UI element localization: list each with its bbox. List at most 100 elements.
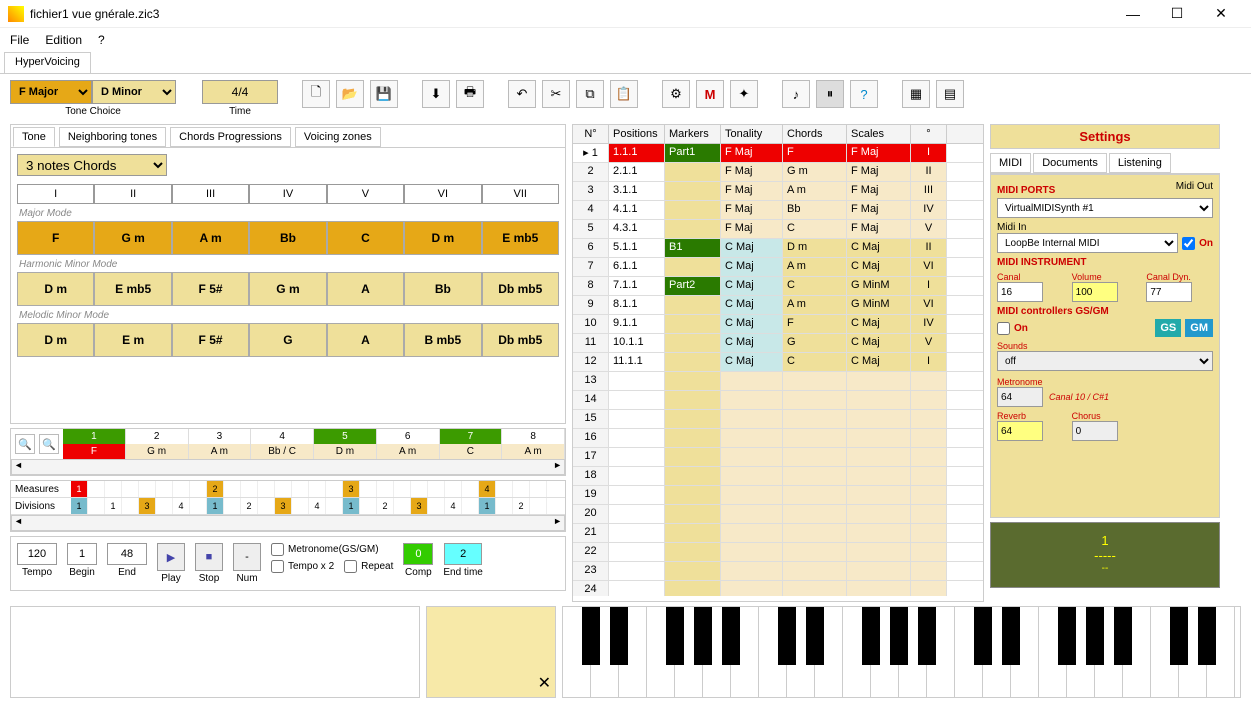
canal-input[interactable] bbox=[997, 282, 1043, 302]
chord-C[interactable]: C bbox=[327, 221, 404, 255]
minimize-button[interactable]: — bbox=[1111, 0, 1155, 28]
chord-Dbmb5[interactable]: Db mb5 bbox=[482, 272, 559, 306]
black-key[interactable] bbox=[582, 607, 600, 665]
th-sc[interactable]: Scales bbox=[847, 125, 911, 143]
chord-Am[interactable]: A m bbox=[172, 221, 249, 255]
degree-I[interactable]: I bbox=[17, 184, 94, 204]
table-row[interactable]: 22.1.1F MajG mF MajII bbox=[573, 163, 983, 182]
settings-tab-midi[interactable]: MIDI bbox=[990, 153, 1031, 173]
grid1-icon[interactable]: ▦ bbox=[902, 80, 930, 108]
chord-Gm[interactable]: G m bbox=[94, 221, 171, 255]
metro-input[interactable] bbox=[997, 387, 1043, 407]
close-button[interactable]: ✕ bbox=[1199, 0, 1243, 28]
th-n[interactable]: N° bbox=[573, 125, 609, 143]
black-key[interactable] bbox=[806, 607, 824, 665]
degree-III[interactable]: III bbox=[172, 184, 249, 204]
zoom-out-icon[interactable]: 🔍 bbox=[15, 434, 35, 454]
cut-icon[interactable]: ✂ bbox=[542, 80, 570, 108]
begin-input[interactable] bbox=[67, 543, 97, 565]
menu-help[interactable]: ? bbox=[98, 33, 105, 47]
chord-Em[interactable]: E m bbox=[94, 323, 171, 357]
pause-icon[interactable]: ⏸ bbox=[816, 80, 844, 108]
gm-chip[interactable]: GM bbox=[1185, 319, 1213, 337]
chord-A[interactable]: A bbox=[327, 323, 404, 357]
tempox2-check[interactable]: Tempo x 2 bbox=[271, 560, 334, 573]
black-key[interactable] bbox=[1002, 607, 1020, 665]
chord-F[interactable]: F bbox=[17, 221, 94, 255]
midi-out-select[interactable]: VirtualMIDISynth #1 bbox=[997, 198, 1213, 218]
black-key[interactable] bbox=[778, 607, 796, 665]
table-row[interactable]: 24 bbox=[573, 581, 983, 596]
chorus-input[interactable] bbox=[1072, 421, 1118, 441]
midi-in-on[interactable]: On bbox=[1182, 237, 1213, 250]
note-icon[interactable]: ♪ bbox=[782, 80, 810, 108]
table-row[interactable]: 1211.1.1C MajCC MajI bbox=[573, 353, 983, 372]
copy-icon[interactable]: ⧉ bbox=[576, 80, 604, 108]
table-row[interactable]: 13 bbox=[573, 372, 983, 391]
reverb-input[interactable] bbox=[997, 421, 1043, 441]
endtime-input[interactable] bbox=[444, 543, 482, 565]
tab-hypervoicing[interactable]: HyperVoicing bbox=[4, 52, 91, 73]
bottom-grid[interactable] bbox=[10, 606, 420, 698]
black-key[interactable] bbox=[1114, 607, 1132, 665]
table-row[interactable]: 21 bbox=[573, 524, 983, 543]
stop-button[interactable]: ■ bbox=[195, 543, 223, 571]
chord-Dm[interactable]: D m bbox=[17, 323, 94, 357]
m-icon[interactable]: M bbox=[696, 80, 724, 108]
chord-Dbmb5[interactable]: Db mb5 bbox=[482, 323, 559, 357]
play-button[interactable]: ▶ bbox=[157, 543, 185, 571]
th-ch[interactable]: Chords bbox=[783, 125, 847, 143]
tool-icon[interactable]: ✦ bbox=[730, 80, 758, 108]
degree-II[interactable]: II bbox=[94, 184, 171, 204]
chord-G[interactable]: G bbox=[249, 323, 326, 357]
degree-IV[interactable]: IV bbox=[249, 184, 326, 204]
num-button[interactable]: - bbox=[233, 543, 261, 571]
export-icon[interactable]: ⬇ bbox=[422, 80, 450, 108]
chord-Dm[interactable]: D m bbox=[404, 221, 481, 255]
degree-VII[interactable]: VII bbox=[482, 184, 559, 204]
black-key[interactable] bbox=[862, 607, 880, 665]
black-key[interactable] bbox=[694, 607, 712, 665]
th-mk[interactable]: Markers bbox=[665, 125, 721, 143]
end-input[interactable] bbox=[107, 543, 147, 565]
table-row[interactable]: 44.1.1F MajBbF MajIV bbox=[573, 201, 983, 220]
black-key[interactable] bbox=[1170, 607, 1188, 665]
chord-A[interactable]: A bbox=[327, 272, 404, 306]
sounds-select[interactable]: off bbox=[997, 351, 1213, 371]
piano-keyboard[interactable] bbox=[562, 606, 1241, 698]
help-icon[interactable]: ? bbox=[850, 80, 878, 108]
close-note-icon[interactable]: ✕ bbox=[538, 673, 551, 693]
table-row[interactable]: 98.1.1C MajA mG MinMVI bbox=[573, 296, 983, 315]
chord-F5#[interactable]: F 5# bbox=[172, 323, 249, 357]
black-key[interactable] bbox=[1086, 607, 1104, 665]
new-icon[interactable]: 🗋 bbox=[302, 80, 330, 108]
black-key[interactable] bbox=[666, 607, 684, 665]
chord-type-select[interactable]: 3 notes Chords bbox=[17, 154, 167, 176]
table-row[interactable]: 17 bbox=[573, 448, 983, 467]
gs-chip[interactable]: GS bbox=[1155, 319, 1181, 337]
tempo-input[interactable] bbox=[17, 543, 57, 565]
chord-Bmb5[interactable]: B mb5 bbox=[404, 323, 481, 357]
ctrl-on-check[interactable]: On bbox=[997, 322, 1028, 335]
black-key[interactable] bbox=[890, 607, 908, 665]
metronome-check[interactable]: Metronome(GS/GM) bbox=[271, 543, 393, 556]
table-row[interactable]: 33.1.1F MajA mF MajIII bbox=[573, 182, 983, 201]
degree-VI[interactable]: VI bbox=[404, 184, 481, 204]
tone-major-select[interactable]: F Major bbox=[10, 80, 92, 104]
table-row[interactable]: 76.1.1C MajA mC MajVI bbox=[573, 258, 983, 277]
paste-icon[interactable]: 📋 bbox=[610, 80, 638, 108]
subtab-voicing[interactable]: Voicing zones bbox=[295, 127, 381, 147]
table-row[interactable]: 109.1.1C MajFC MajIV bbox=[573, 315, 983, 334]
black-key[interactable] bbox=[1198, 607, 1216, 665]
table-row[interactable]: 54.3.1F MajCF MajV bbox=[573, 220, 983, 239]
table-row[interactable]: 23 bbox=[573, 562, 983, 581]
table-row[interactable]: 22 bbox=[573, 543, 983, 562]
grid2-icon[interactable]: ▤ bbox=[936, 80, 964, 108]
meas-scrollbar[interactable] bbox=[11, 515, 565, 531]
table-row[interactable]: 1110.1.1C MajGC MajV bbox=[573, 334, 983, 353]
volume-input[interactable] bbox=[1072, 282, 1118, 302]
table-row[interactable]: 14 bbox=[573, 391, 983, 410]
black-key[interactable] bbox=[610, 607, 628, 665]
settings-icon[interactable]: ⚙ bbox=[662, 80, 690, 108]
undo-icon[interactable]: ↶ bbox=[508, 80, 536, 108]
